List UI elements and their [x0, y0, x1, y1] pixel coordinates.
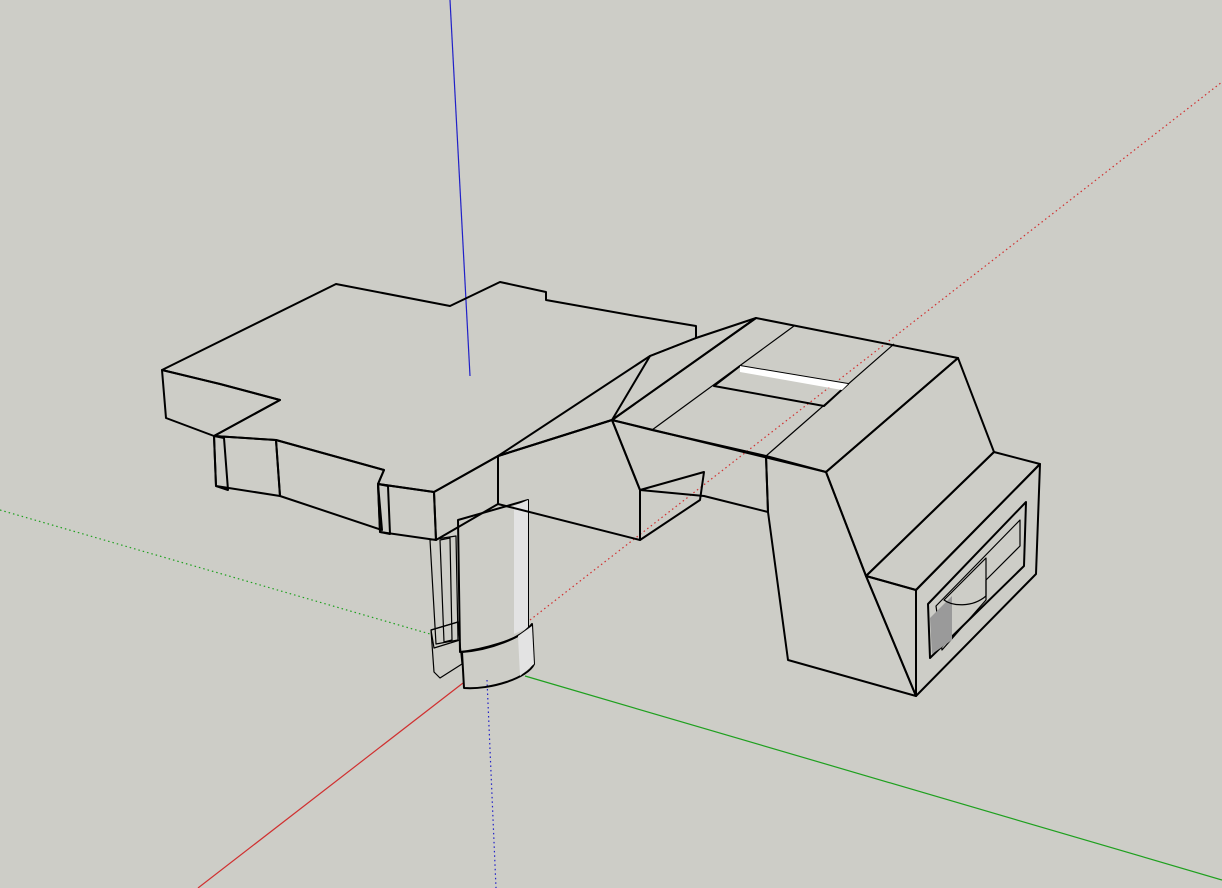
top-plate-front-right [377, 483, 437, 541]
housing-box-top [865, 451, 1041, 591]
top-plate-front-mid [275, 439, 385, 531]
top-plate-right-side [433, 455, 499, 541]
blue-axis-solid [449, 0, 471, 377]
top-plate-top-face [161, 281, 697, 493]
modeling-viewport[interactable] [0, 0, 1222, 888]
blue-axis-dotted [486, 679, 497, 888]
housing-box-side [915, 463, 1041, 697]
housing-box-front [865, 575, 917, 697]
bridge-ramp[interactable] [497, 317, 757, 541]
housing-top-hole-wall [740, 366, 848, 390]
housing-top-dark [611, 317, 959, 473]
top-plate[interactable] [161, 281, 697, 541]
housing-front-face [611, 419, 769, 513]
top-plate-front-left [161, 369, 281, 437]
left-peg[interactable] [429, 535, 463, 679]
housing-leg-front [765, 455, 917, 697]
cylinder-post[interactable] [457, 499, 535, 690]
scene-canvas[interactable] [0, 0, 1222, 888]
cylinder-shade [514, 500, 528, 634]
green-axis-solid [524, 675, 1222, 881]
axes [0, 0, 1222, 888]
green-axis-dotted [0, 509, 431, 635]
ramp-under-face [639, 471, 705, 541]
housing-side-face [825, 357, 995, 577]
top-plate-front-tab-side [213, 435, 229, 491]
top-plate-front-right-side [377, 483, 391, 535]
red-axis-solid [197, 682, 464, 888]
housing-box-window-shadow [930, 596, 952, 654]
